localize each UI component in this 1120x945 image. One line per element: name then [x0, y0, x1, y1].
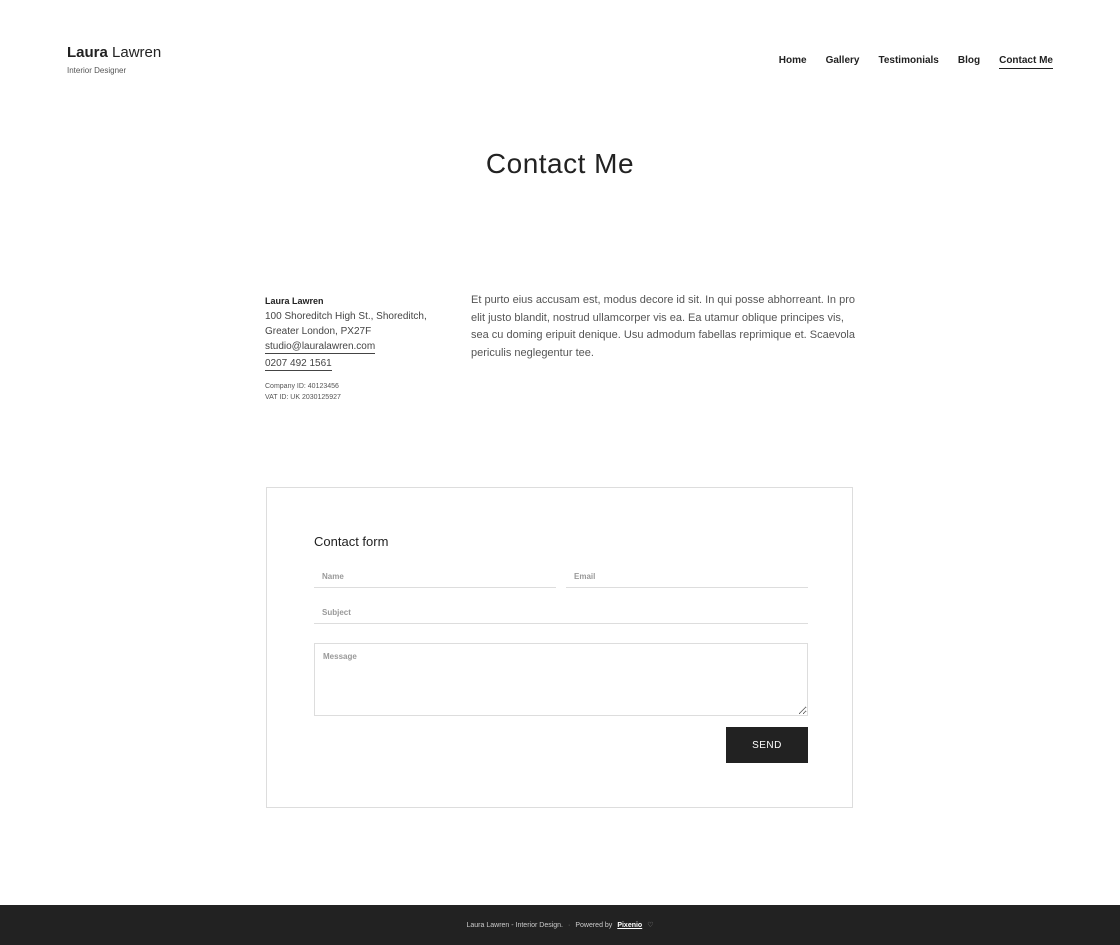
footer-credit: Laura Lawren - Interior Design.: [466, 921, 564, 929]
heart-icon: ♡: [647, 922, 654, 929]
brand-tagline: Interior Designer: [67, 66, 127, 75]
subject-input[interactable]: [314, 602, 808, 624]
vat-id: VAT ID: UK 2030125927: [265, 394, 341, 401]
brand-name[interactable]: Laura Lawren: [67, 44, 161, 62]
contact-name: Laura Lawren: [265, 296, 324, 306]
brand[interactable]: Laura Lawren Interior Designer: [67, 44, 161, 75]
contact-info: Laura Lawren 100 Shoreditch High St., Sh…: [265, 294, 455, 403]
contact-form: Contact form SEND: [266, 487, 853, 808]
nav-item-blog[interactable]: Blog: [958, 54, 980, 69]
address-line-2: Greater London, PX27F: [265, 326, 372, 337]
contact-form-title: Contact form: [314, 534, 389, 549]
page: Laura Lawren Interior Designer Home Gall…: [0, 0, 1120, 945]
email-link[interactable]: studio@lauralawren.com: [265, 340, 376, 354]
nav-item-contact-me[interactable]: Contact Me: [999, 54, 1053, 69]
phone-link[interactable]: 0207 492 1561: [265, 357, 332, 371]
message-textarea[interactable]: [314, 643, 808, 716]
company-id: Company ID: 40123456: [265, 383, 339, 390]
footer-separator: ·: [568, 921, 571, 929]
footer: Laura Lawren - Interior Design. · Powere…: [0, 905, 1120, 945]
about-text: Et purto eius accusam est, modus decore …: [471, 294, 855, 359]
send-button[interactable]: SEND: [726, 727, 808, 763]
nav-item-gallery[interactable]: Gallery: [826, 54, 860, 69]
email-input[interactable]: [566, 566, 808, 588]
name-input[interactable]: [314, 566, 556, 588]
nav-item-home[interactable]: Home: [779, 54, 807, 69]
brand-first-name: Laura: [67, 44, 108, 61]
main-nav: Home Gallery Testimonials Blog Contact M…: [779, 54, 1053, 69]
footer-pixenio-link[interactable]: Pixenio: [617, 922, 642, 929]
brand-last-name: Lawren: [112, 44, 162, 61]
footer-powered-by: Powered by: [575, 921, 613, 929]
page-title: Contact Me: [485, 148, 635, 179]
address-line-1: 100 Shoreditch High St., Shoreditch,: [265, 311, 427, 322]
nav-item-testimonials[interactable]: Testimonials: [878, 54, 938, 69]
